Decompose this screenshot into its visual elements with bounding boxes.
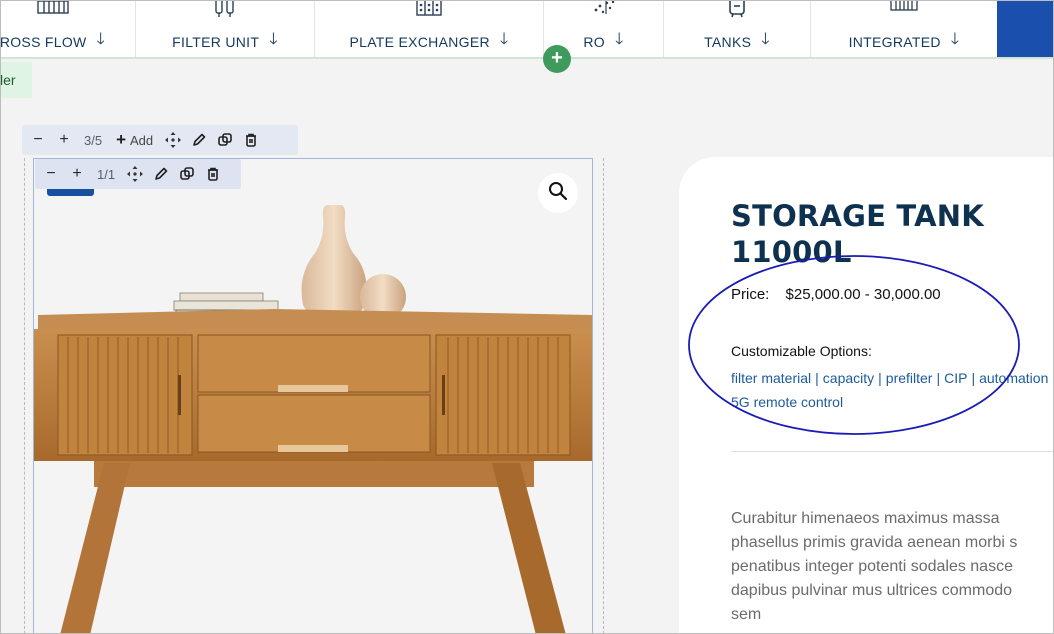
arrow-down-icon: 🡓 [499,31,509,48]
separator: | [971,370,976,386]
product-title: STORAGE TANK 11000L [731,199,984,269]
separator: | [878,370,882,386]
description-line: sem [731,606,762,623]
option-link-capacity[interactable]: capacity [823,370,874,386]
sideboard-illustration [34,205,592,634]
option-link-5g-remote-control[interactable]: 5G remote control [731,394,843,410]
nav-item-label: INTEGRATED [848,33,941,50]
delete-icon[interactable] [239,128,263,152]
nav-item-label: FILTER UNIT [172,33,260,50]
add-section-button[interactable]: + [543,45,571,73]
nav-item-filter-unit[interactable]: FILTER UNIT 🡓 [136,0,315,57]
nav-item-integrated[interactable]: INTEGRATED 🡓 [811,0,997,57]
product-image[interactable] [33,158,593,634]
decrease-button[interactable]: − [26,128,50,152]
arrow-down-icon: 🡓 [950,31,960,48]
top-navigation: ROSS FLOW 🡓 FILTER UNIT 🡓 PLATE EXCHANGE… [0,0,1054,59]
price-value: $25,000.00 - 30,000.00 [785,286,941,303]
option-link-automation[interactable]: automation [979,370,1048,386]
column-count: 1/1 [97,166,116,182]
separator: | [815,370,819,386]
twin-filter-icon [212,0,238,20]
arrow-down-icon: 🡓 [269,31,278,48]
description-line: dapibus pulvinar mus ultrices commodo [731,582,1013,599]
duplicate-icon[interactable] [213,128,237,152]
edit-icon[interactable] [187,128,211,152]
option-link-cip[interactable]: CIP [944,370,967,386]
integrated-system-icon [889,0,919,20]
decrease-button[interactable]: − [39,162,63,186]
page-tag[interactable]: ler [0,62,32,98]
nav-cta-button[interactable] [997,0,1054,57]
nav-item-label: RO [583,33,605,50]
magnifier-icon [548,181,568,206]
nav-item-plate-exchanger[interactable]: PLATE EXCHANGER 🡓 [315,0,544,57]
column-toolbar: − + 1/1 [35,159,241,189]
arrow-down-icon: 🡓 [96,31,106,48]
arrow-down-icon: 🡓 [614,31,624,48]
product-description: Curabitur himenaeos maximus massa phasel… [731,507,1054,627]
option-link-filter-material[interactable]: filter material [731,370,811,386]
plus-icon: + [116,130,127,149]
add-element-button[interactable]: + Add [110,128,159,152]
delete-icon[interactable] [201,162,225,186]
plate-exchanger-icon [415,0,443,20]
nav-item-label: PLATE EXCHANGER [349,33,490,50]
section-toolbar: − + 3/5 + Add [22,125,298,155]
duplicate-icon[interactable] [175,162,199,186]
nav-item-label: ROSS FLOW [0,33,87,50]
edit-icon[interactable] [149,162,173,186]
move-icon[interactable] [123,162,147,186]
zoom-button[interactable] [538,173,578,213]
description-line: Curabitur himenaeos maximus massa [731,510,1000,527]
description-line: penatibus integer potenti sodales nasce [731,558,1013,575]
description-line: phasellus primis gravida aenean morbi s [731,534,1018,551]
tank-icon [725,0,749,20]
nav-item-tanks[interactable]: TANKS 🡓 [664,0,811,57]
option-link-prefilter[interactable]: prefilter [886,370,933,386]
divider [731,451,1054,452]
increase-button[interactable]: + [65,162,89,186]
options-label: Customizable Options: [731,343,872,359]
nav-item-label: TANKS [704,33,752,50]
separator: | [936,370,941,386]
column-count: 3/5 [84,132,103,148]
add-label: Add [130,132,154,148]
price-label: Price: [731,286,770,303]
ro-membrane-icon [590,0,618,20]
move-icon[interactable] [161,128,185,152]
arrow-down-icon: 🡓 [761,31,770,48]
filter-rack-icon [36,0,70,20]
price-row: Price: $25,000.00 - 30,000.00 [731,286,941,303]
nav-item-cross-flow[interactable]: ROSS FLOW 🡓 [0,0,136,57]
options-links: filter material | capacity | prefilter | CIP | a… [731,366,1054,414]
increase-button[interactable]: + [52,128,76,152]
